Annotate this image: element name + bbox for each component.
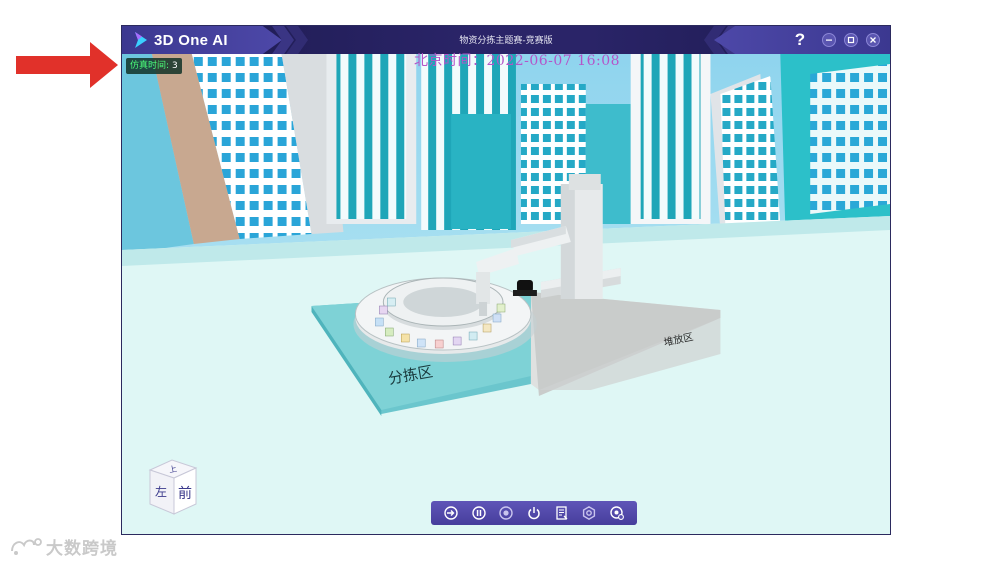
nav-cube-left-label: 左 bbox=[155, 484, 167, 499]
3d-viewport[interactable]: 分拣区 堆放区 仿真时间: 3 北京时间：2022-06-07 16:08 上 左… bbox=[122, 53, 890, 534]
record-icon bbox=[499, 506, 513, 520]
brand-logo-icon bbox=[11, 538, 42, 555]
camera-settings-icon bbox=[610, 506, 625, 520]
import-button[interactable] bbox=[442, 504, 460, 522]
help-button[interactable]: ? bbox=[792, 29, 808, 51]
nav-cube-front-label: 前 bbox=[178, 485, 192, 502]
settings-button[interactable] bbox=[580, 504, 598, 522]
pause-icon bbox=[471, 506, 486, 520]
close-button[interactable] bbox=[866, 33, 880, 47]
stage: 3D One AI 物资分拣主题赛-竞赛版 ? 分拣区 堆放区 仿真时间: 3 … bbox=[0, 0, 982, 564]
document-icon bbox=[556, 506, 568, 520]
maximize-icon bbox=[847, 36, 855, 44]
simulation-scene: 分拣区 堆放区 bbox=[122, 54, 890, 534]
sorting-turntable bbox=[353, 277, 537, 362]
annotation-arrow-icon bbox=[16, 42, 118, 88]
close-icon bbox=[870, 37, 876, 43]
watermark-text: 大数跨境 bbox=[46, 538, 118, 559]
simulation-time-value: 3 bbox=[172, 61, 178, 71]
record-button[interactable] bbox=[497, 504, 515, 522]
import-icon bbox=[444, 506, 458, 520]
watermark: 大数跨境 bbox=[8, 533, 118, 559]
camera-settings-button[interactable] bbox=[608, 504, 626, 522]
simulation-time: 仿真时间: 3 bbox=[126, 58, 182, 74]
simulation-time-label: 仿真时间: bbox=[130, 61, 170, 71]
power-button[interactable] bbox=[525, 504, 543, 522]
simulation-toolbar bbox=[431, 501, 637, 525]
pause-button[interactable] bbox=[470, 504, 488, 522]
maximize-button[interactable] bbox=[844, 33, 858, 47]
document-button[interactable] bbox=[553, 504, 571, 522]
app-window: 3D One AI 物资分拣主题赛-竞赛版 ? 分拣区 堆放区 仿真时间: 3 … bbox=[121, 25, 891, 535]
view-navigation-cube[interactable]: 上 左 前 bbox=[142, 456, 202, 518]
power-icon bbox=[528, 507, 540, 520]
beijing-time: 北京时间：2022-06-07 16:08 bbox=[414, 53, 621, 69]
minimize-button[interactable] bbox=[822, 33, 836, 47]
settings-icon bbox=[583, 505, 596, 521]
minimize-icon bbox=[826, 39, 832, 41]
